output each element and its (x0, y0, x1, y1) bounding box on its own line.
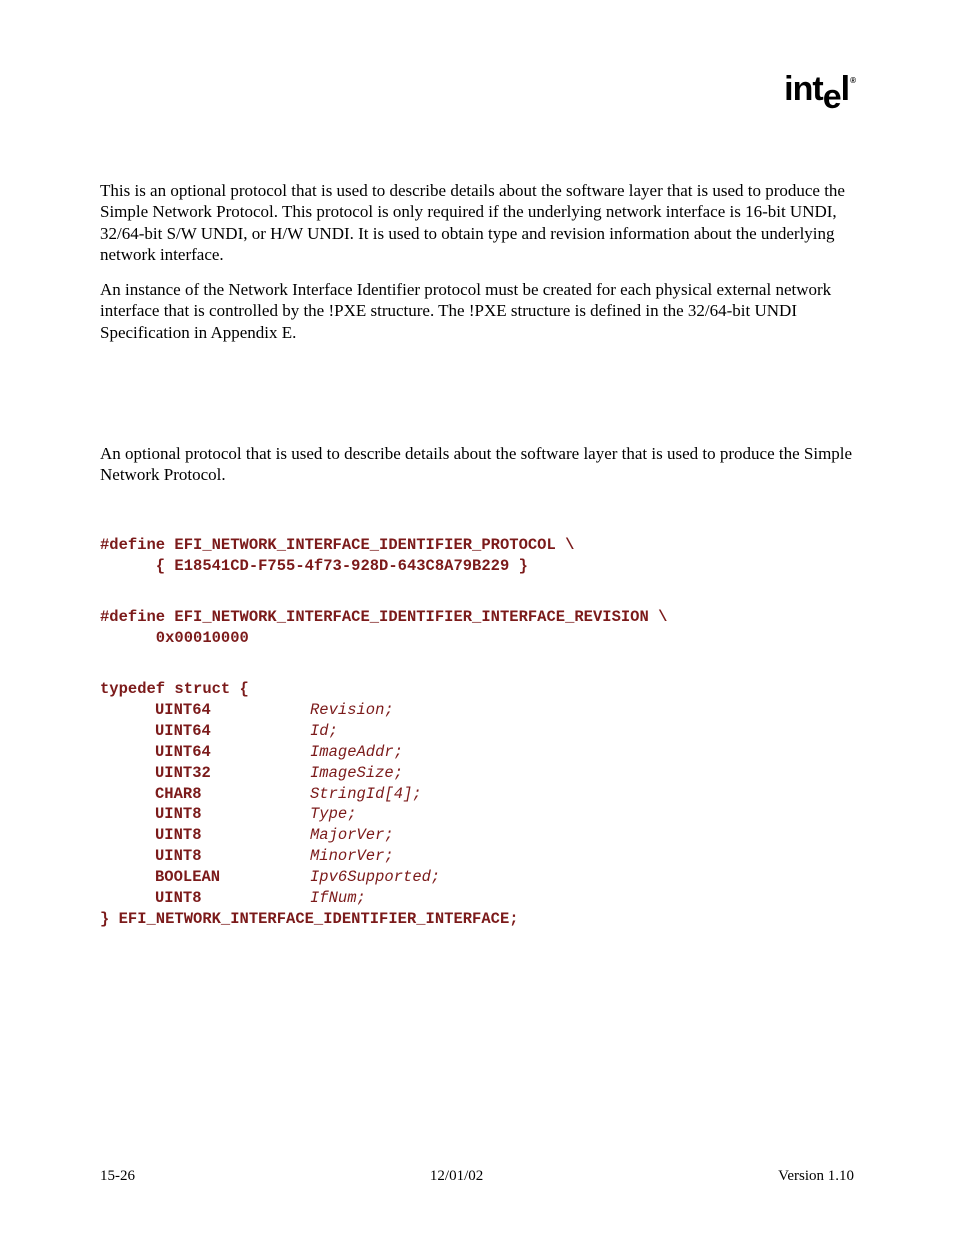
page-footer: 15-26 12/01/02 Version 1.10 (100, 1168, 854, 1185)
struct-field: UINT8IfNum; (100, 888, 854, 909)
struct-field: UINT32ImageSize; (100, 763, 854, 784)
struct-field: UINT64Id; (100, 721, 854, 742)
footer-page-number: 15-26 (100, 1168, 135, 1185)
struct-field: CHAR8StringId[4]; (100, 784, 854, 805)
intro-paragraph-2: An instance of the Network Interface Ide… (100, 279, 854, 343)
define-protocol-guid: #define EFI_NETWORK_INTERFACE_IDENTIFIER… (100, 535, 854, 577)
footer-date: 12/01/02 (430, 1168, 483, 1185)
struct-field: UINT8MajorVer; (100, 825, 854, 846)
intro-paragraph-1: This is an optional protocol that is use… (100, 180, 854, 265)
footer-version: Version 1.10 (778, 1168, 854, 1185)
struct-definition: typedef struct { UINT64Revision;UINT64Id… (100, 679, 854, 930)
struct-field: UINT64Revision; (100, 700, 854, 721)
summary-paragraph: An optional protocol that is used to des… (100, 443, 854, 486)
define-interface-revision: #define EFI_NETWORK_INTERFACE_IDENTIFIER… (100, 607, 854, 649)
intel-logo: intel® (784, 70, 854, 109)
struct-field: UINT8MinorVer; (100, 846, 854, 867)
struct-field: UINT8Type; (100, 804, 854, 825)
struct-field: BOOLEANIpv6Supported; (100, 867, 854, 888)
struct-field: UINT64ImageAddr; (100, 742, 854, 763)
